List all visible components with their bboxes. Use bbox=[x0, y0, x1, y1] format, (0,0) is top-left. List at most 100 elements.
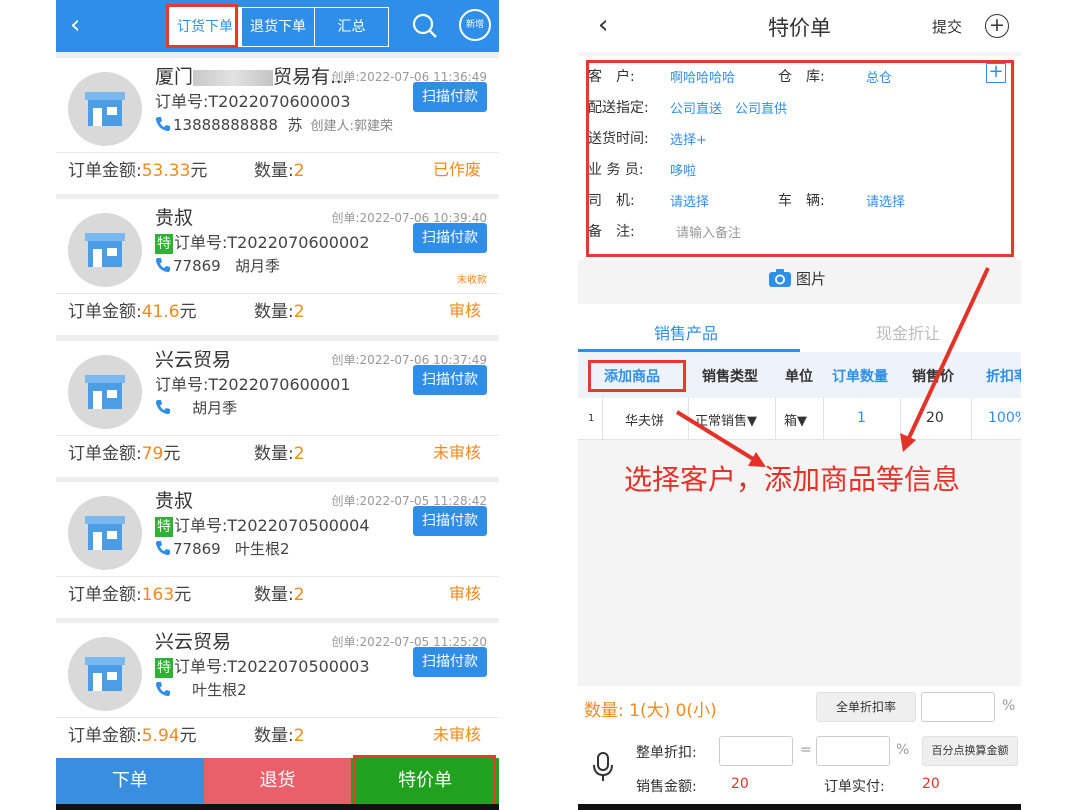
unpaid-tag: 未收款 bbox=[457, 275, 487, 286]
order-list-header: ‹ 订货下单 退货下单 汇总 新增 bbox=[56, 0, 499, 52]
order-amount: 订单金额:79元 bbox=[68, 439, 180, 464]
divider bbox=[56, 152, 499, 153]
customer-name: 贵叔 bbox=[155, 490, 194, 512]
contact-name: 胡月季 bbox=[235, 257, 281, 275]
annotation-text: 选择客户，添加商品等信息 bbox=[624, 463, 961, 496]
qty-value: 2 bbox=[293, 161, 305, 181]
divider bbox=[56, 576, 499, 577]
order-amount: 订单金额:41.6元 bbox=[68, 297, 197, 322]
sales-amount-label: 销售金额: bbox=[636, 779, 697, 795]
amount-label: 订单金额: bbox=[68, 444, 142, 464]
convert-to-amount-button[interactable]: 百分点换算金额 bbox=[922, 736, 1018, 766]
order-number: 订单号:T2022070600003 bbox=[155, 88, 351, 112]
contact-name: 苏 bbox=[287, 116, 303, 134]
created-prefix: 创单: bbox=[331, 635, 360, 649]
order-discount-label: 整单折扣: bbox=[636, 745, 697, 761]
order-qty: 数量:2 bbox=[254, 439, 305, 464]
divider bbox=[56, 435, 499, 436]
phone-icon[interactable] bbox=[155, 681, 171, 697]
contact-line: 胡月季 bbox=[155, 397, 237, 418]
created-prefix: 创单: bbox=[331, 211, 360, 225]
return-button[interactable]: 退货 bbox=[203, 758, 352, 810]
order-qty: 数量:2 bbox=[254, 721, 305, 746]
bottom-action-bar: 下单 退货 特价单 bbox=[56, 758, 499, 810]
actual-pay-label: 订单实付: bbox=[824, 779, 885, 795]
order-status: 审核 bbox=[448, 301, 481, 320]
amount-unit: 元 bbox=[190, 161, 208, 181]
qty-value: 2 bbox=[293, 726, 305, 746]
back-arrow-icon[interactable]: ‹ bbox=[70, 10, 80, 40]
scan-pay-button[interactable]: 扫描付款 bbox=[413, 82, 487, 112]
order-discount-amount-input[interactable] bbox=[719, 736, 793, 766]
orderno-value: T2022070600001 bbox=[208, 375, 351, 394]
qty-label: 数量: bbox=[254, 161, 294, 181]
phone-icon[interactable] bbox=[155, 399, 171, 415]
divider bbox=[56, 717, 499, 718]
order-card[interactable]: 兴云贸易 创单:2022-07-05 11:25:20 特订单号:T202207… bbox=[56, 623, 499, 759]
shop-avatar-icon bbox=[68, 213, 142, 287]
special-price-screen: ‹ 特价单 提交 + 客 户: 啊哈哈哈哈 仓 库: 总仓 + 配送指定: 公司… bbox=[578, 0, 1021, 810]
customer-name: 兴云贸易 bbox=[155, 349, 232, 371]
order-discount-rate-input[interactable] bbox=[816, 736, 890, 766]
shop-avatar-icon bbox=[68, 496, 142, 570]
special-badge: 特 bbox=[155, 234, 173, 254]
scan-pay-button[interactable]: 扫描付款 bbox=[413, 223, 487, 253]
search-icon[interactable] bbox=[412, 13, 438, 39]
qty-value: 2 bbox=[293, 444, 305, 464]
contact-name: 叶生根2 bbox=[235, 540, 290, 558]
tab-return-place[interactable]: 退货下单 bbox=[242, 8, 315, 46]
contact-line: 叶生根2 bbox=[155, 679, 247, 700]
screenshot-root: ‹ 订货下单 退货下单 汇总 新增 厦门 贸易有... 创单:2022-07-06… bbox=[0, 0, 1080, 810]
order-card[interactable]: 贵叔 创单:2022-07-06 10:39:40 特订单号:T20220706… bbox=[56, 199, 499, 335]
orderno-prefix: 订单号: bbox=[155, 375, 209, 394]
customer-name: 兴云贸易 bbox=[155, 631, 232, 653]
order-card[interactable]: 兴云贸易 创单:2022-07-06 10:37:49 订单号:T2022070… bbox=[56, 341, 499, 477]
special-price-button[interactable]: 特价单 bbox=[351, 758, 499, 810]
order-number: 订单号:T2022070600001 bbox=[155, 371, 351, 395]
creator-prefix: 创建人: bbox=[310, 119, 354, 134]
divider bbox=[56, 293, 499, 294]
order-footer: 数量: 1(大) 0(小) 全单折扣率 % 整单折扣: = % 百分点换算金额 … bbox=[578, 686, 1021, 804]
scan-pay-button[interactable]: 扫描付款 bbox=[413, 365, 487, 395]
amount-value: 79 bbox=[141, 444, 164, 464]
phone-icon[interactable] bbox=[155, 540, 171, 556]
order-number: 特订单号:T2022070600002 bbox=[155, 229, 370, 254]
amount-label: 订单金额: bbox=[68, 726, 142, 746]
order-number: 特订单号:T2022070500003 bbox=[155, 653, 370, 678]
order-number: 特订单号:T2022070500004 bbox=[155, 512, 370, 537]
scan-pay-button[interactable]: 扫描付款 bbox=[413, 506, 487, 536]
amount-label: 订单金额: bbox=[68, 302, 142, 322]
shop-avatar-icon bbox=[68, 355, 142, 429]
annotation-arrows bbox=[675, 267, 990, 467]
shop-avatar-icon bbox=[68, 637, 142, 711]
whole-discount-input[interactable] bbox=[921, 692, 995, 722]
amount-value: 41.6 bbox=[141, 302, 180, 322]
phone-icon[interactable] bbox=[155, 257, 171, 273]
shop-avatar-icon bbox=[68, 72, 142, 146]
amount-label: 订单金额: bbox=[68, 161, 142, 181]
tab-summary[interactable]: 汇总 bbox=[315, 8, 388, 46]
order-qty: 数量:2 bbox=[254, 580, 305, 605]
creator: 创建人:郭建荣 bbox=[311, 119, 393, 134]
amount-unit: 元 bbox=[163, 444, 181, 464]
order-qty: 数量:2 bbox=[254, 156, 305, 181]
scan-pay-button[interactable]: 扫描付款 bbox=[413, 647, 487, 677]
tab-order-place[interactable]: 订货下单 bbox=[169, 8, 242, 46]
microphone-icon[interactable] bbox=[592, 752, 614, 782]
orderno-prefix: 订单号: bbox=[174, 233, 228, 252]
phone-number: 13888888888 bbox=[173, 116, 278, 134]
whole-discount-rate-button[interactable]: 全单折扣率 bbox=[816, 692, 916, 722]
amount-unit: 元 bbox=[174, 585, 192, 605]
creator-value: 郭建荣 bbox=[353, 119, 393, 134]
order-card[interactable]: 厦门 贸易有... 创单:2022-07-06 11:36:49 订单号:T202… bbox=[56, 58, 499, 194]
place-order-button[interactable]: 下单 bbox=[56, 758, 204, 810]
orderno-value: T2022070600003 bbox=[208, 92, 351, 111]
new-stamp-icon[interactable]: 新增 bbox=[459, 9, 491, 41]
created-prefix: 创单: bbox=[331, 494, 360, 508]
order-card[interactable]: 贵叔 创单:2022-07-05 11:28:42 特订单号:T20220705… bbox=[56, 482, 499, 618]
qty-value: 2 bbox=[293, 302, 305, 322]
contact-line: 77869 胡月季 bbox=[155, 255, 280, 276]
phone-icon[interactable] bbox=[155, 116, 171, 132]
order-status: 已作废 bbox=[432, 160, 481, 179]
system-nav-bar bbox=[578, 804, 1021, 810]
